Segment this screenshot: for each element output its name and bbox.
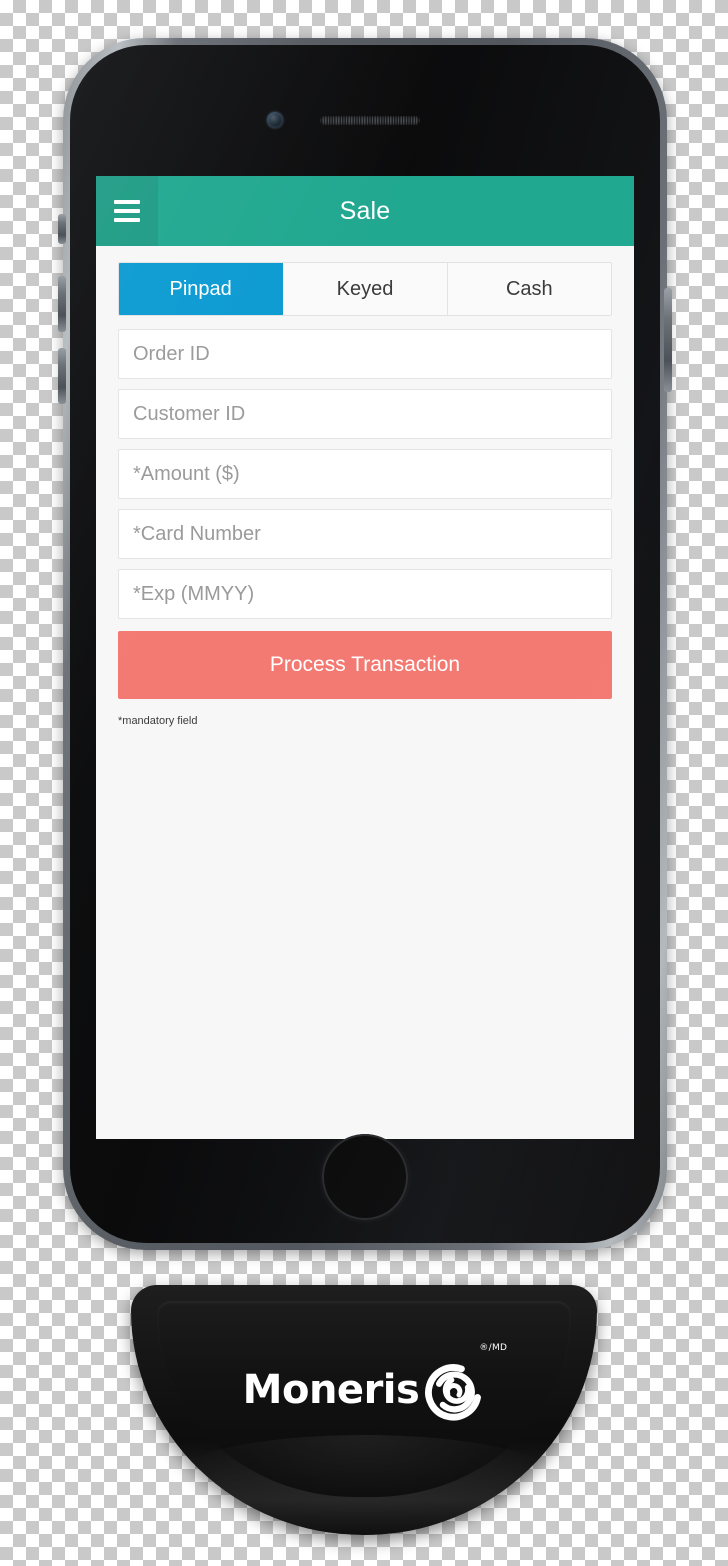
silence-switch-icon[interactable] — [58, 214, 66, 244]
amount-input[interactable]: *Amount ($) — [118, 449, 612, 499]
mandatory-field-note: *mandatory field — [118, 715, 198, 727]
card-number-input[interactable]: *Card Number — [118, 509, 612, 559]
phone-screen: Sale Pinpad Keyed Cash Order ID Customer… — [96, 176, 634, 1139]
screen-content: Pinpad Keyed Cash Order ID Customer ID *… — [96, 262, 634, 1139]
tab-keyed[interactable]: Keyed — [283, 263, 448, 315]
app-header-bar: Sale — [96, 176, 634, 246]
transaction-form: Order ID Customer ID *Amount ($) *Card N… — [118, 329, 612, 619]
earpiece-speaker-icon — [320, 116, 420, 125]
smartphone-device-frame: Sale Pinpad Keyed Cash Order ID Customer… — [58, 38, 672, 1250]
phone-bezel: Sale Pinpad Keyed Cash Order ID Customer… — [70, 45, 660, 1243]
process-transaction-button[interactable]: Process Transaction — [118, 631, 612, 699]
volume-down-button-icon[interactable] — [58, 348, 66, 404]
home-button-icon[interactable] — [322, 1134, 408, 1220]
volume-up-button-icon[interactable] — [58, 276, 66, 332]
tab-pinpad[interactable]: Pinpad — [119, 263, 284, 315]
payment-method-tabs: Pinpad Keyed Cash — [118, 262, 612, 316]
expiry-input[interactable]: *Exp (MMYY) — [118, 569, 612, 619]
power-button-icon[interactable] — [664, 288, 672, 392]
hamburger-menu-button[interactable] — [96, 176, 158, 246]
tab-cash[interactable]: Cash — [447, 263, 611, 315]
hamburger-menu-icon — [114, 200, 140, 222]
front-camera-icon — [267, 112, 283, 128]
order-id-input[interactable]: Order ID — [118, 329, 612, 379]
page-title: Sale — [339, 196, 391, 225]
customer-id-input[interactable]: Customer ID — [118, 389, 612, 439]
